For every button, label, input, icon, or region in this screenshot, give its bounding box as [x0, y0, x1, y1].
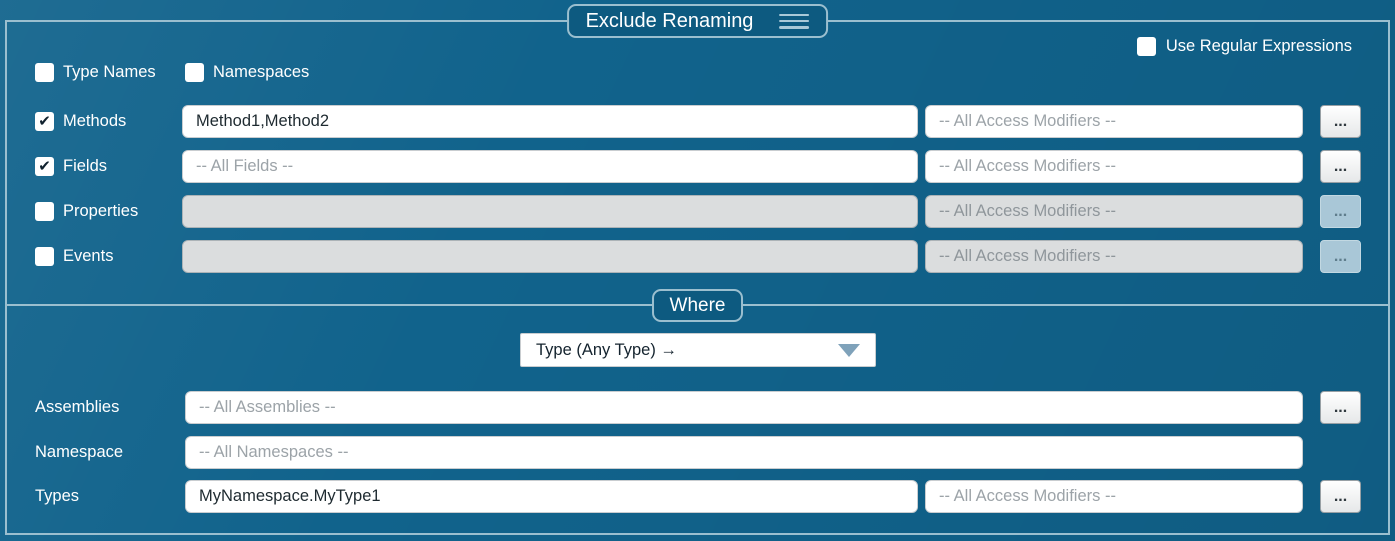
type-names-label: Type Names	[63, 63, 156, 82]
properties-group: Properties	[35, 202, 138, 221]
events-group: Events	[35, 247, 113, 266]
namespace-label: Namespace	[35, 443, 123, 462]
fields-browse-button[interactable]: ...	[1320, 150, 1361, 183]
use-regex-group: Use Regular Expressions	[1137, 37, 1352, 56]
fields-group: Fields	[35, 157, 107, 176]
namespaces-label: Namespaces	[213, 63, 309, 82]
menu-icon[interactable]	[779, 14, 809, 29]
panel-title: Exclude Renaming	[586, 10, 754, 33]
types-browse-button[interactable]: ...	[1320, 480, 1361, 513]
fields-label: Fields	[63, 157, 107, 176]
type-names-checkbox[interactable]	[35, 63, 54, 82]
namespace-input[interactable]	[185, 436, 1303, 469]
events-checkbox[interactable]	[35, 247, 54, 266]
where-title: Where	[670, 295, 726, 317]
types-input[interactable]	[185, 480, 918, 513]
namespaces-group: Namespaces	[185, 63, 309, 82]
fields-input[interactable]	[182, 150, 918, 183]
methods-access-input[interactable]	[925, 105, 1303, 138]
chevron-down-icon	[838, 344, 860, 357]
assemblies-browse-button[interactable]: ...	[1320, 391, 1361, 424]
where-header: Where	[652, 289, 744, 322]
events-browse-button: ...	[1320, 240, 1361, 273]
methods-label: Methods	[63, 112, 126, 131]
namespaces-checkbox[interactable]	[185, 63, 204, 82]
where-type-dropdown[interactable]: Type (Any Type) →	[520, 333, 876, 367]
properties-input	[182, 195, 918, 228]
fields-checkbox[interactable]	[35, 157, 54, 176]
events-input	[182, 240, 918, 273]
methods-checkbox[interactable]	[35, 112, 54, 131]
methods-input[interactable]	[182, 105, 918, 138]
methods-group: Methods	[35, 112, 126, 131]
fields-access-input[interactable]	[925, 150, 1303, 183]
assemblies-input[interactable]	[185, 391, 1303, 424]
where-type-dropdown-value: Type (Any Type) →	[536, 341, 677, 360]
events-access-input	[925, 240, 1303, 273]
properties-checkbox[interactable]	[35, 202, 54, 221]
exclude-renaming-header[interactable]: Exclude Renaming	[567, 4, 829, 38]
properties-label: Properties	[63, 202, 138, 221]
events-label: Events	[63, 247, 113, 266]
types-label: Types	[35, 487, 79, 506]
assemblies-label: Assemblies	[35, 398, 119, 417]
types-access-input[interactable]	[925, 480, 1303, 513]
type-names-group: Type Names	[35, 63, 156, 82]
use-regex-checkbox[interactable]	[1137, 37, 1156, 56]
use-regex-label: Use Regular Expressions	[1166, 37, 1352, 56]
methods-browse-button[interactable]: ...	[1320, 105, 1361, 138]
properties-browse-button: ...	[1320, 195, 1361, 228]
properties-access-input	[925, 195, 1303, 228]
